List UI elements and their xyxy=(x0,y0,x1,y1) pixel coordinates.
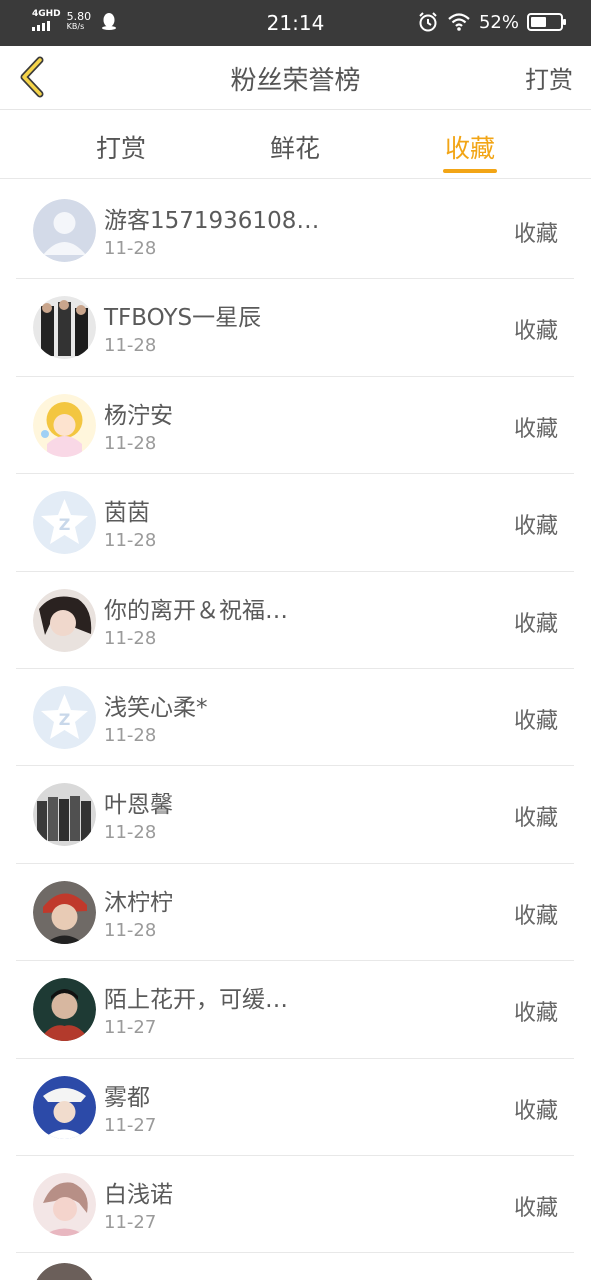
fan-date: 11-28 xyxy=(104,335,157,357)
battery-percent: 52% xyxy=(478,11,519,33)
fan-action-label: 收藏 xyxy=(513,319,558,345)
default-person-avatar-icon xyxy=(33,199,96,262)
list-item[interactable]: TFBOYS一星辰 11-28 收藏 xyxy=(16,279,574,377)
default-star-avatar-icon: Z xyxy=(33,685,96,749)
fan-name: 叶恩馨 xyxy=(104,792,173,819)
fan-action-label: 收藏 xyxy=(513,1195,558,1221)
anime-avatar-icon xyxy=(33,393,96,457)
top-app-bar: 粉丝荣誉榜 打赏 xyxy=(0,46,591,110)
list-item-partial[interactable] xyxy=(16,1253,574,1280)
photo-avatar-icon xyxy=(33,1075,96,1139)
fan-action-label: 收藏 xyxy=(513,514,558,540)
list-item[interactable]: 叶恩馨 11-28 收藏 xyxy=(16,766,574,864)
tab-reward[interactable]: 打赏 xyxy=(94,129,148,165)
tab-favorites[interactable]: 收藏 xyxy=(443,129,497,165)
fan-date: 11-28 xyxy=(104,724,157,746)
fan-name: 杨泞安 xyxy=(104,402,173,429)
fan-action-label: 收藏 xyxy=(513,1001,558,1027)
list-item[interactable]: 你的离开＆祝福… 11-28 收藏 xyxy=(16,572,574,669)
fan-date: 11-28 xyxy=(104,822,157,844)
fan-date: 11-28 xyxy=(104,627,157,649)
status-right: 52% xyxy=(417,11,566,33)
fan-name: 游客1571936108… xyxy=(104,208,320,234)
fan-name: 雾都 xyxy=(104,1084,150,1111)
fan-date: 11-27 xyxy=(104,1114,157,1136)
photo-avatar-icon xyxy=(33,978,96,1042)
photo-avatar-icon xyxy=(36,1263,93,1280)
fan-date: 11-27 xyxy=(104,1017,157,1039)
svg-text:Z: Z xyxy=(59,515,71,534)
fan-date: 11-28 xyxy=(104,919,157,941)
fan-action-label: 收藏 xyxy=(513,222,558,247)
list-item[interactable]: 陌上花开，可缓… 11-27 收藏 xyxy=(16,961,574,1059)
photo-avatar-icon xyxy=(33,880,96,944)
fan-list: 游客1571936108… 11-28 收藏 TFBOYS一星辰 11-28 收… xyxy=(16,182,574,1280)
list-item[interactable]: Z 茵茵 11-28 收藏 xyxy=(16,474,574,572)
photo-avatar-icon xyxy=(33,296,96,360)
list-item[interactable]: 雾都 11-27 收藏 xyxy=(16,1059,574,1156)
list-item[interactable]: 杨泞安 11-28 收藏 xyxy=(16,377,574,475)
fan-date: 11-28 xyxy=(104,432,157,454)
fan-name: 白浅诺 xyxy=(104,1181,173,1208)
list-item[interactable]: Z 浅笑心柔* 11-28 收藏 xyxy=(16,669,574,767)
fan-date: 11-27 xyxy=(104,1211,157,1233)
fan-name: 茵茵 xyxy=(104,500,150,527)
fan-action-label: 收藏 xyxy=(513,903,558,929)
fan-name: 沐柠柠 xyxy=(104,889,173,916)
fan-action-label: 收藏 xyxy=(513,416,558,442)
tab-bar: 打赏 鲜花 收藏 xyxy=(0,111,591,179)
list-item[interactable]: 游客1571936108… 11-28 收藏 xyxy=(16,182,574,280)
svg-text:Z: Z xyxy=(59,710,71,729)
photo-avatar-icon xyxy=(33,783,96,847)
wifi-icon xyxy=(448,13,470,31)
page-title: 粉丝荣誉榜 xyxy=(230,66,361,96)
default-star-avatar-icon: Z xyxy=(33,491,96,555)
active-tab-indicator xyxy=(443,169,497,173)
reward-button[interactable]: 打赏 xyxy=(525,60,573,95)
fan-name: 你的离开＆祝福… xyxy=(104,597,288,624)
fan-action-label: 收藏 xyxy=(513,1098,558,1124)
fan-action-label: 收藏 xyxy=(513,708,558,734)
fan-date: 11-28 xyxy=(104,238,157,259)
photo-avatar-icon xyxy=(33,1172,96,1236)
fan-name: TFBOYS一星辰 xyxy=(104,305,262,332)
fan-action-label: 收藏 xyxy=(513,806,558,832)
photo-avatar-icon xyxy=(33,588,96,652)
fan-name: 浅笑心柔* xyxy=(104,694,208,721)
battery-icon xyxy=(527,13,566,31)
fan-name: 陌上花开，可缓… xyxy=(104,987,288,1014)
tab-flowers[interactable]: 鲜花 xyxy=(268,129,322,165)
fan-action-label: 收藏 xyxy=(513,611,558,637)
battery-level xyxy=(531,17,546,27)
list-item[interactable]: 沐柠柠 11-28 收藏 xyxy=(16,864,574,962)
alarm-icon xyxy=(419,12,437,32)
status-bar: 4GHD 5.80 KB/s 21:14 52% xyxy=(0,0,591,46)
list-item[interactable]: 白浅诺 11-27 收藏 xyxy=(16,1156,574,1254)
fan-date: 11-28 xyxy=(104,530,157,552)
